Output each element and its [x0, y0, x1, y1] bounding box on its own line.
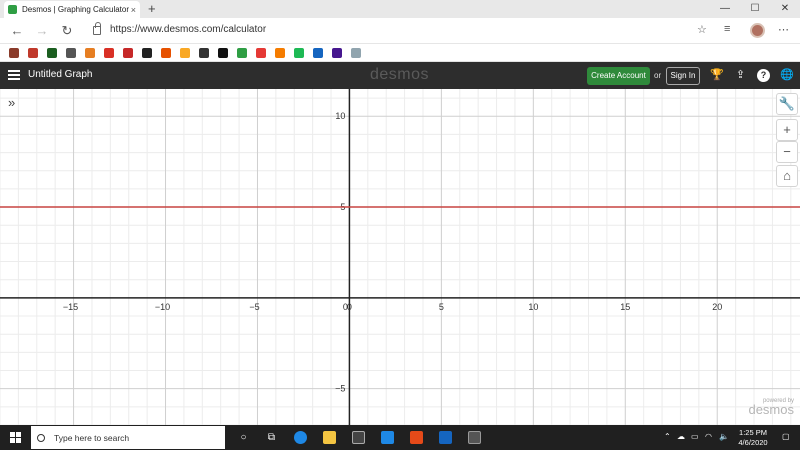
- help-icon[interactable]: ?: [757, 69, 770, 82]
- powered-by-desmos: powered by desmos: [748, 398, 794, 416]
- browser-tab[interactable]: Desmos | Graphing Calculator ×: [4, 1, 140, 18]
- more-menu-icon[interactable]: ⋯: [778, 23, 789, 36]
- task-view-icon[interactable]: ⧉: [265, 431, 278, 444]
- favicon-7[interactable]: [123, 48, 133, 58]
- favicon-11[interactable]: [199, 48, 209, 58]
- taskbar-search-box[interactable]: Type here to search: [31, 426, 225, 449]
- x-tick-label: 20: [712, 302, 722, 312]
- profile-avatar[interactable]: [750, 23, 765, 38]
- language-globe-icon[interactable]: 🌐: [780, 69, 794, 82]
- refresh-button[interactable]: ↻: [58, 22, 76, 40]
- y-tick-label: 10: [335, 111, 345, 121]
- collections-icon[interactable]: ≡: [724, 23, 730, 35]
- clock-time: 1:25 PM: [739, 428, 767, 437]
- origin-label: 0: [343, 302, 348, 312]
- office-icon[interactable]: [410, 431, 423, 444]
- x-tick-label: 10: [528, 302, 538, 312]
- favicon-13[interactable]: [237, 48, 247, 58]
- mail-icon[interactable]: [381, 431, 394, 444]
- x-tick-label: −10: [155, 302, 170, 312]
- x-tick-label: −5: [249, 302, 259, 312]
- favicon-1[interactable]: [9, 48, 19, 58]
- trophy-icon[interactable]: 🏆: [710, 69, 724, 82]
- powered-by-logo: desmos: [748, 402, 794, 417]
- calculator-icon[interactable]: [468, 431, 481, 444]
- favicon-5[interactable]: [85, 48, 95, 58]
- address-bar-row: ← → ↻ https://www.desmos.com/calculator …: [0, 18, 800, 44]
- favorite-star-icon[interactable]: ☆: [697, 23, 707, 36]
- word-icon[interactable]: [439, 431, 452, 444]
- favicon-2[interactable]: [28, 48, 38, 58]
- wifi-icon[interactable]: ◠: [705, 432, 712, 441]
- quizlet-icon[interactable]: [313, 48, 323, 58]
- screen: Desmos | Graphing Calculator × + — ☐ ✕ ←…: [0, 0, 800, 450]
- forward-button[interactable]: →: [33, 22, 51, 40]
- clock-date: 4/6/2020: [738, 438, 768, 447]
- tab-close-icon[interactable]: ×: [131, 5, 136, 15]
- youtube-icon[interactable]: [256, 48, 266, 58]
- x-tick-label: 5: [439, 302, 444, 312]
- kahoot-icon[interactable]: [332, 48, 342, 58]
- windows-taskbar: Type here to search ○ ⧉ ⌃ ☁ ▭ ◠ 🔈 1:25 P…: [0, 425, 800, 450]
- y-tick-label: −5: [335, 384, 345, 394]
- x-tick-label: 15: [620, 302, 630, 312]
- expand-expression-list-icon[interactable]: »: [8, 95, 15, 110]
- desmos-header: Untitled Graph desmos Create Account or …: [0, 62, 800, 89]
- back-button[interactable]: ←: [8, 22, 26, 40]
- onedrive-cloud-icon[interactable]: ☁: [677, 432, 685, 441]
- lock-icon: [93, 22, 101, 35]
- spotify-icon[interactable]: [294, 48, 304, 58]
- edge-browser-icon[interactable]: [294, 431, 307, 444]
- amazon-icon[interactable]: [142, 48, 152, 58]
- favicon-4[interactable]: [66, 48, 76, 58]
- graph-title[interactable]: Untitled Graph: [28, 69, 92, 80]
- create-account-button[interactable]: Create Account: [587, 67, 650, 85]
- show-hidden-icons-icon[interactable]: ⌃: [664, 432, 671, 441]
- favicon-3[interactable]: [47, 48, 57, 58]
- tab-title: Desmos | Graphing Calculator: [22, 5, 130, 14]
- x-tick-label: −15: [63, 302, 78, 312]
- windows-start-icon[interactable]: [10, 432, 21, 443]
- minimize-button[interactable]: —: [710, 0, 740, 18]
- favicon-15[interactable]: [275, 48, 285, 58]
- search-placeholder: Type here to search: [54, 432, 130, 443]
- close-window-button[interactable]: ✕: [770, 0, 800, 18]
- url-input[interactable]: https://www.desmos.com/calculator: [110, 24, 266, 35]
- favicon-10[interactable]: [180, 48, 190, 58]
- search-icon: [37, 433, 45, 442]
- graph-canvas[interactable]: −15 −10 −5 0 5 10 15 200−5510: [0, 89, 800, 425]
- default-viewport-home-icon[interactable]: ⌂: [776, 165, 798, 187]
- maximize-button[interactable]: ☐: [740, 0, 770, 18]
- graph-settings-wrench-icon[interactable]: 🔧: [776, 93, 798, 115]
- new-tab-button[interactable]: +: [148, 1, 156, 17]
- desmos-logo: desmos: [370, 66, 430, 83]
- zoom-in-button[interactable]: +: [776, 119, 798, 141]
- cortana-icon[interactable]: ○: [237, 431, 250, 444]
- volume-icon[interactable]: 🔈: [719, 432, 729, 441]
- taskbar-clock[interactable]: 1:25 PM 4/6/2020: [732, 428, 774, 448]
- favicon-12[interactable]: [218, 48, 228, 58]
- favicon-19[interactable]: [351, 48, 361, 58]
- share-icon[interactable]: ⇪: [734, 69, 747, 82]
- zoom-out-button[interactable]: −: [776, 141, 798, 163]
- sign-in-button[interactable]: Sign In: [666, 67, 700, 85]
- notification-center-icon[interactable]: ▢: [782, 432, 790, 441]
- desmos-favicon: [8, 5, 17, 14]
- microsoft-store-icon[interactable]: [352, 431, 365, 444]
- gmail-icon[interactable]: [104, 48, 114, 58]
- browser-tab-strip: Desmos | Graphing Calculator × + — ☐ ✕: [0, 0, 800, 18]
- favorites-bar: [0, 44, 800, 62]
- hamburger-menu-icon[interactable]: [8, 70, 20, 80]
- network-icon[interactable]: ▭: [691, 432, 699, 441]
- favicon-9[interactable]: [161, 48, 171, 58]
- graph-paper[interactable]: −15 −10 −5 0 5 10 15 20 0 −5 5 10 » 🔧 + − ⌂ powered…: [0, 89, 800, 425]
- file-explorer-icon[interactable]: [323, 431, 336, 444]
- or-label: or: [654, 71, 662, 80]
